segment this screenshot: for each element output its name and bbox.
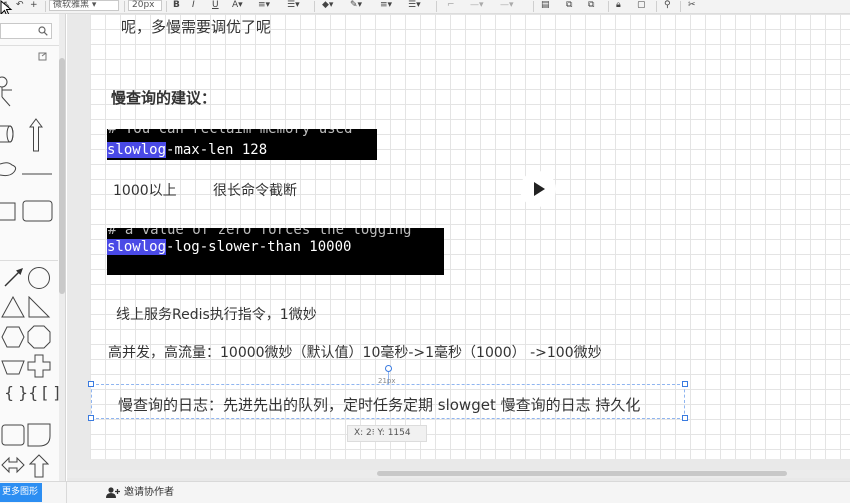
font-family-value: 微软雅黑 bbox=[53, 0, 90, 10]
unlock-icon[interactable]: ▢ bbox=[637, 0, 646, 13]
font-color-icon[interactable]: A▾ bbox=[232, 0, 243, 13]
cloud-shape-icon[interactable] bbox=[0, 160, 18, 178]
invite-label: 邀请协作者 bbox=[124, 487, 174, 498]
rounded-rectangle-shape-icon[interactable] bbox=[22, 200, 54, 224]
font-size-value: 20px bbox=[132, 0, 155, 10]
arrow-up-shape-icon[interactable] bbox=[28, 118, 44, 152]
rounded-square-shape-icon[interactable] bbox=[1, 424, 25, 446]
document-shape-icon[interactable] bbox=[27, 423, 51, 447]
line-color-icon[interactable]: ✎▾ bbox=[350, 0, 362, 13]
cross-shape-icon[interactable] bbox=[27, 354, 51, 378]
bold-button[interactable]: B bbox=[173, 0, 180, 13]
brace-shape-icon[interactable]: { bbox=[4, 383, 14, 402]
add-icon[interactable]: + bbox=[30, 0, 38, 13]
play-icon bbox=[534, 182, 545, 196]
line-end-icon[interactable]: —▾ bbox=[500, 0, 514, 13]
octagon-shape-icon[interactable] bbox=[27, 325, 51, 349]
right-triangle-shape-icon[interactable] bbox=[27, 296, 51, 318]
line-start-icon[interactable]: —▾ bbox=[470, 0, 484, 13]
terminal-snippet-1[interactable]: # You can reclaim memory used slowlog-ma… bbox=[107, 129, 377, 160]
collapse-section-icon[interactable] bbox=[38, 52, 48, 62]
align-icon[interactable]: ≡▾ bbox=[258, 0, 270, 13]
rectangle-shape-icon[interactable] bbox=[0, 202, 18, 222]
terminal-command-1: -max-len 128 bbox=[166, 142, 268, 158]
palette-scrollbar[interactable] bbox=[59, 14, 65, 481]
note-1000-plus[interactable]: 1000以上 bbox=[113, 180, 177, 200]
note-high-concurrency[interactable]: 高并发，高流量：10000微妙（默认值）10毫秒->1毫秒（1000） ->10… bbox=[108, 342, 602, 362]
connector-icon[interactable]: ⌐ bbox=[447, 0, 455, 13]
terminal-command-2: -log-slower-than 10000 bbox=[166, 239, 352, 255]
shape-palette: { }{ [ ] bbox=[0, 14, 66, 481]
resize-handle-sw[interactable] bbox=[88, 415, 94, 421]
slowlog-highlight-2: slowlog bbox=[107, 239, 167, 255]
undo-icon[interactable]: ↶ bbox=[16, 0, 24, 13]
terminal-comment-2: # a value of zero forces the logging bbox=[108, 228, 412, 238]
bottom-bar: 更多图形 邀请协作者 bbox=[0, 481, 850, 503]
terminal-comment-1: # You can reclaim memory used bbox=[108, 129, 353, 137]
font-family-select[interactable]: 微软雅黑 ▾ bbox=[49, 0, 119, 11]
line-style-icon[interactable]: ≡▾ bbox=[380, 0, 392, 13]
ungroup-icon[interactable]: ⧉ bbox=[588, 0, 594, 13]
triangle-shape-icon[interactable] bbox=[1, 296, 25, 318]
italic-button[interactable]: I bbox=[192, 0, 195, 13]
more-shapes-button[interactable]: 更多图形 bbox=[0, 483, 42, 502]
resize-handle-nw[interactable] bbox=[88, 381, 94, 387]
arrow-line-shape-icon[interactable] bbox=[3, 266, 25, 288]
resize-handle-ne[interactable] bbox=[682, 381, 688, 387]
up-arrow-shape-icon[interactable] bbox=[29, 454, 49, 478]
add-user-icon bbox=[106, 486, 120, 498]
cylinder-shape-icon[interactable] bbox=[0, 122, 16, 146]
group-icon[interactable]: ⧉ bbox=[566, 0, 572, 13]
section-heading[interactable]: 慢查询的建议： bbox=[111, 87, 216, 108]
selected-text-content[interactable]: 慢查询的日志：先进先出的队列，定时任务定期 slowget 慢查询的日志 持久化 bbox=[118, 394, 640, 415]
play-button[interactable] bbox=[520, 171, 556, 207]
line-shape-icon[interactable] bbox=[22, 172, 52, 176]
actor-shape-icon[interactable] bbox=[0, 74, 14, 108]
link-icon[interactable]: ⚲ bbox=[664, 0, 671, 13]
brace-pair-shape-icon[interactable]: }{ bbox=[18, 383, 38, 402]
note-long-command-truncate[interactable]: 很长命令截断 bbox=[213, 180, 297, 200]
rotate-handle[interactable] bbox=[385, 365, 392, 372]
canvas-horizontal-scrollbar[interactable] bbox=[67, 470, 850, 478]
invite-collaborator-button[interactable]: 邀请协作者 bbox=[106, 485, 174, 501]
toolbar: ↖ ↶ + 微软雅黑 ▾ 20px B I U A▾ ≡▾ ☰▾ ◆▾ ✎▾ ≡… bbox=[0, 0, 850, 14]
selected-text-box[interactable]: 慢查询的日志：先进先出的队列，定时任务定期 slowget 慢查询的日志 持久化 bbox=[91, 384, 685, 419]
coordinate-tooltip: X: 2⁝ Y: 1154 bbox=[347, 425, 427, 442]
list-icon[interactable]: ☰▾ bbox=[287, 0, 300, 13]
fill-color-icon[interactable]: ◆▾ bbox=[322, 0, 333, 13]
resize-handle-se[interactable] bbox=[682, 415, 688, 421]
shape-search-input[interactable] bbox=[0, 23, 52, 39]
lock-icon[interactable]: 🔒︎ bbox=[616, 0, 621, 13]
slowlog-highlight-1: slowlog bbox=[107, 142, 167, 158]
trapezoid-shape-icon[interactable] bbox=[1, 358, 25, 376]
line-width-icon[interactable]: ☰▾ bbox=[408, 0, 421, 13]
terminal-snippet-2[interactable]: # a value of zero forces the logging slo… bbox=[107, 228, 444, 275]
bracket-shape-icon[interactable]: [ ] bbox=[42, 383, 60, 402]
format-painter-icon[interactable]: ✂ bbox=[688, 0, 696, 13]
underline-button[interactable]: U bbox=[212, 0, 219, 13]
text-line-top[interactable]: 呢，多慢需要调优了呢 bbox=[121, 16, 271, 37]
hexagon-shape-icon[interactable] bbox=[1, 326, 25, 348]
search-icon bbox=[38, 26, 48, 36]
arrange-icon[interactable]: ▤ bbox=[541, 0, 550, 13]
double-arrow-shape-icon[interactable] bbox=[1, 456, 25, 474]
font-size-select[interactable]: 20px bbox=[128, 0, 162, 11]
note-online-service[interactable]: 线上服务Redis执行指令，1微妙 bbox=[116, 304, 317, 324]
circle-shape-icon[interactable] bbox=[27, 266, 51, 290]
